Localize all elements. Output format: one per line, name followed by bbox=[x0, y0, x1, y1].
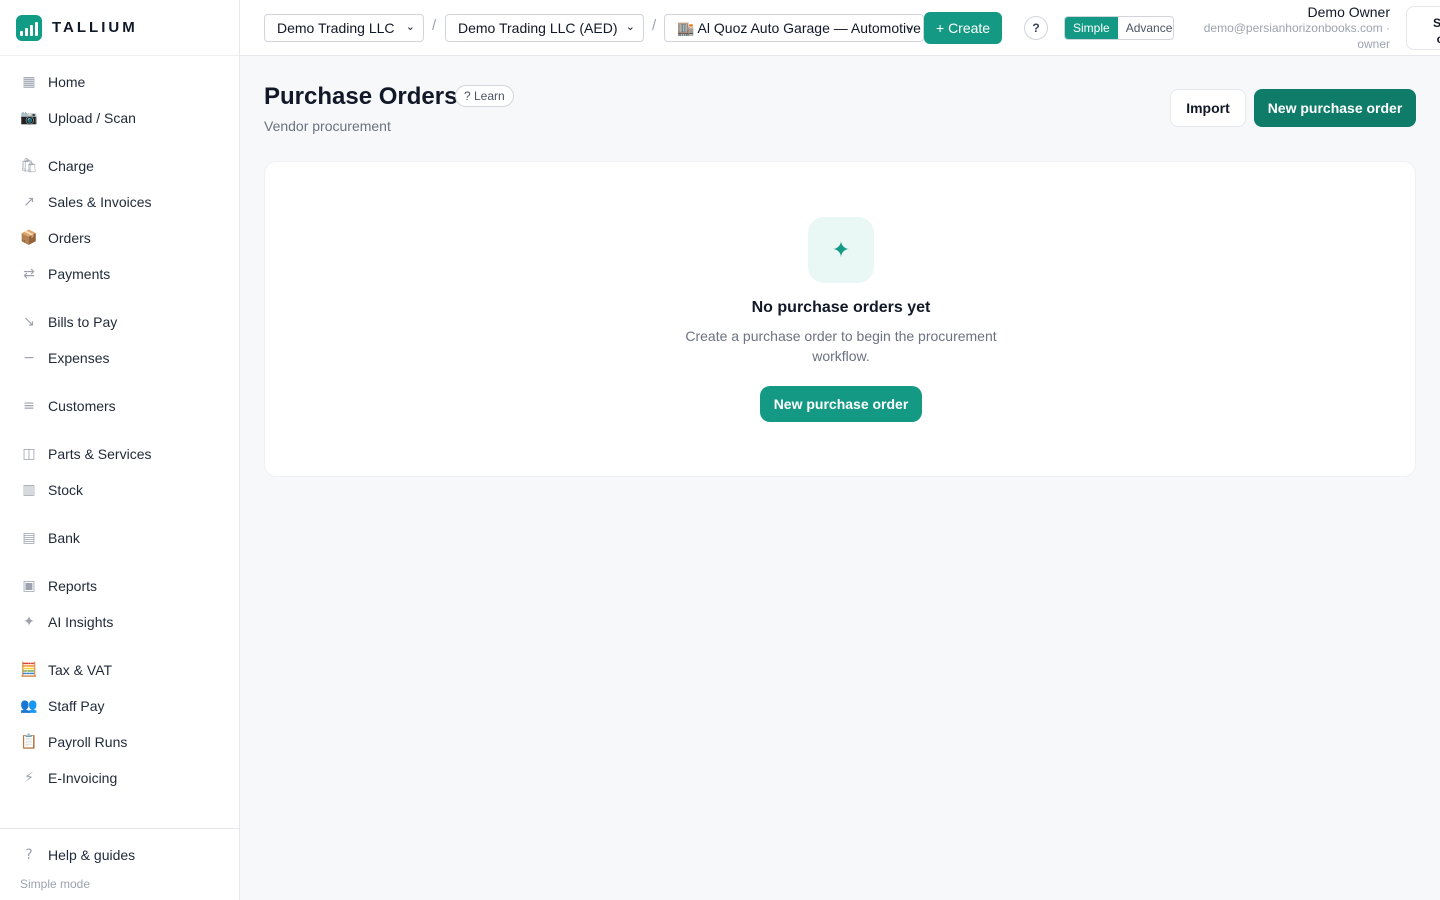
sidebar-item-label: Bills to Pay bbox=[48, 314, 118, 330]
sidebar-item-payments[interactable]: ⇄ Payments bbox=[12, 258, 228, 290]
sidebar-item-label: Sales & Invoices bbox=[48, 194, 152, 210]
sidebar-footer: ? Help & guides Simple mode bbox=[0, 828, 239, 900]
sidebar-item-upload-scan[interactable]: 📷 Upload / Scan bbox=[12, 102, 228, 134]
chevron-down-icon: ⌄ bbox=[405, 20, 415, 33]
user-info: Demo Owner demo@persianhorizonbooks.com … bbox=[1190, 4, 1390, 52]
empty-state-card: ✦ No purchase orders yet Create a purcha… bbox=[264, 161, 1416, 477]
company-select[interactable]: Demo Trading LLC ⌄ bbox=[264, 14, 424, 42]
sidebar-item-tax-vat[interactable]: 🧮 Tax & VAT bbox=[12, 654, 228, 686]
sidebar-item-label: Payroll Runs bbox=[48, 734, 128, 750]
sidebar-item-e-invoicing[interactable]: ⚡ E-Invoicing bbox=[12, 762, 228, 794]
sidebar-item-charge[interactable]: 🛍 Charge bbox=[12, 150, 228, 182]
company-select-value: Demo Trading LLC bbox=[277, 20, 395, 36]
abacus-icon: 🧮 bbox=[20, 662, 38, 678]
sidebar-item-expenses[interactable]: − Expenses bbox=[12, 342, 228, 374]
user-email: demo@persianhorizonbooks.com · owner bbox=[1203, 21, 1390, 51]
mode-advanced-option[interactable]: Advanced bbox=[1117, 17, 1173, 39]
sidebar-item-payroll-runs[interactable]: 📋 Payroll Runs bbox=[12, 726, 228, 758]
chevron-down-icon: ⌄ bbox=[905, 20, 915, 33]
page-subtitle: Vendor procurement bbox=[264, 118, 391, 134]
people-icon: 👥 bbox=[20, 698, 38, 714]
sidebar-item-label: Charge bbox=[48, 158, 94, 174]
currency-company-select-value: Demo Trading LLC (AED) bbox=[458, 20, 618, 36]
box-icon: ◫ bbox=[22, 446, 36, 462]
sidebar-item-label: Orders bbox=[48, 230, 91, 246]
help-button[interactable]: ? bbox=[1024, 16, 1048, 40]
mode-simple-option[interactable]: Simple bbox=[1065, 17, 1118, 39]
sidebar-item-bills-to-pay[interactable]: ↘ Bills to Pay bbox=[12, 306, 228, 338]
sidebar-item-label: Expenses bbox=[48, 350, 110, 366]
sidebar-item-stock[interactable]: ▥ Stock bbox=[12, 474, 228, 506]
sidebar-item-label: Stock bbox=[48, 482, 84, 498]
sidebar-item-ai-insights[interactable]: ✦ AI Insights bbox=[12, 606, 228, 638]
bank-icon: ▤ bbox=[22, 530, 36, 546]
sparkle-icon: ✦ bbox=[808, 217, 874, 283]
sidebar-item-label: Payments bbox=[48, 266, 111, 282]
sidebar-item-label: Parts & Services bbox=[48, 446, 152, 462]
sidebar-item-bank[interactable]: ▤ Bank bbox=[12, 522, 228, 554]
user-name: Demo Owner bbox=[1307, 4, 1390, 20]
chevron-down-icon: ⌄ bbox=[625, 20, 635, 33]
sidebar-item-label: AI Insights bbox=[48, 614, 114, 630]
topbar: Demo Trading LLC ⌄ / Demo Trading LLC (A… bbox=[240, 0, 1440, 56]
sidebar: TALLIUM ▦ Home 📷 Upload / Scan 🛍 Charge ↗ Sales… bbox=[0, 0, 240, 900]
mode-note: Simple mode bbox=[20, 877, 91, 891]
lightning-icon: ⚡ bbox=[24, 770, 34, 786]
import-button[interactable]: Import bbox=[1170, 89, 1246, 127]
brand[interactable]: TALLIUM bbox=[0, 0, 239, 56]
package-icon: 📦 bbox=[20, 230, 38, 246]
breadcrumb-separator: / bbox=[652, 17, 657, 34]
camera-icon: 📷 bbox=[20, 110, 38, 126]
page-title: Purchase Orders bbox=[264, 83, 458, 110]
branch-select[interactable]: 🏬 Al Quoz Auto Garage — Automotive ⌄ bbox=[664, 14, 924, 42]
arrow-up-right-icon: ↗ bbox=[23, 194, 35, 210]
mode-toggle[interactable]: Simple Advanced bbox=[1064, 16, 1174, 40]
sidebar-item-label: Upload / Scan bbox=[48, 110, 136, 126]
empty-state-title: No purchase orders yet bbox=[751, 299, 931, 316]
list-icon: ≡ bbox=[23, 398, 35, 414]
shopping-bag-icon: 🛍 bbox=[20, 158, 38, 174]
empty-state-new-purchase-order-button[interactable]: New purchase order bbox=[760, 386, 922, 422]
sidebar-nav: ▦ Home 📷 Upload / Scan 🛍 Charge ↗ Sales & Invoi… bbox=[0, 56, 239, 786]
question-icon: ? bbox=[25, 847, 33, 863]
sidebar-item-label: Customers bbox=[48, 398, 116, 414]
currency-company-select[interactable]: Demo Trading LLC (AED) ⌄ bbox=[445, 14, 644, 42]
new-purchase-order-button[interactable]: New purchase order bbox=[1254, 89, 1416, 127]
sidebar-item-label: Staff Pay bbox=[48, 698, 105, 714]
sidebar-item-label: Tax & VAT bbox=[48, 662, 113, 678]
empty-state-description: Create a purchase order to begin the pro… bbox=[685, 328, 997, 364]
sign-out-button[interactable]: Sign out bbox=[1406, 6, 1440, 50]
arrow-down-right-icon: ↘ bbox=[23, 314, 35, 330]
branch-select-value: 🏬 Al Quoz Auto Garage — Automotive bbox=[677, 19, 921, 36]
sparkle-icon: ✦ bbox=[23, 614, 35, 630]
sidebar-item-label: Bank bbox=[48, 530, 80, 546]
sidebar-item-home[interactable]: ▦ Home bbox=[12, 66, 228, 98]
report-icon: ▣ bbox=[22, 578, 36, 594]
sidebar-item-reports[interactable]: ▣ Reports bbox=[12, 570, 228, 602]
grid-icon: ▦ bbox=[22, 74, 36, 90]
sidebar-item-label: Reports bbox=[48, 578, 98, 594]
sidebar-item-label: Help & guides bbox=[48, 847, 136, 863]
create-button[interactable]: + Create bbox=[924, 12, 1003, 44]
logo-bars-icon bbox=[16, 14, 42, 41]
brand-name: TALLIUM bbox=[52, 19, 138, 36]
shelves-icon: ▥ bbox=[22, 482, 36, 498]
sidebar-item-label: E-Invoicing bbox=[48, 770, 118, 786]
sidebar-item-staff-pay[interactable]: 👥 Staff Pay bbox=[12, 690, 228, 722]
arrows-exchange-icon: ⇄ bbox=[23, 266, 35, 282]
sidebar-item-sales-invoices[interactable]: ↗ Sales & Invoices bbox=[12, 186, 228, 218]
sidebar-item-orders[interactable]: 📦 Orders bbox=[12, 222, 228, 254]
breadcrumb-separator: / bbox=[432, 17, 437, 34]
sidebar-item-help[interactable]: ? Help & guides bbox=[12, 843, 135, 867]
sidebar-item-label: Home bbox=[48, 74, 86, 90]
sidebar-item-customers[interactable]: ≡ Customers bbox=[12, 390, 228, 422]
minus-icon: − bbox=[23, 350, 35, 366]
learn-button[interactable]: ? Learn bbox=[455, 85, 514, 107]
clipboard-icon: 📋 bbox=[20, 734, 38, 750]
sidebar-item-parts-services[interactable]: ◫ Parts & Services bbox=[12, 438, 228, 470]
